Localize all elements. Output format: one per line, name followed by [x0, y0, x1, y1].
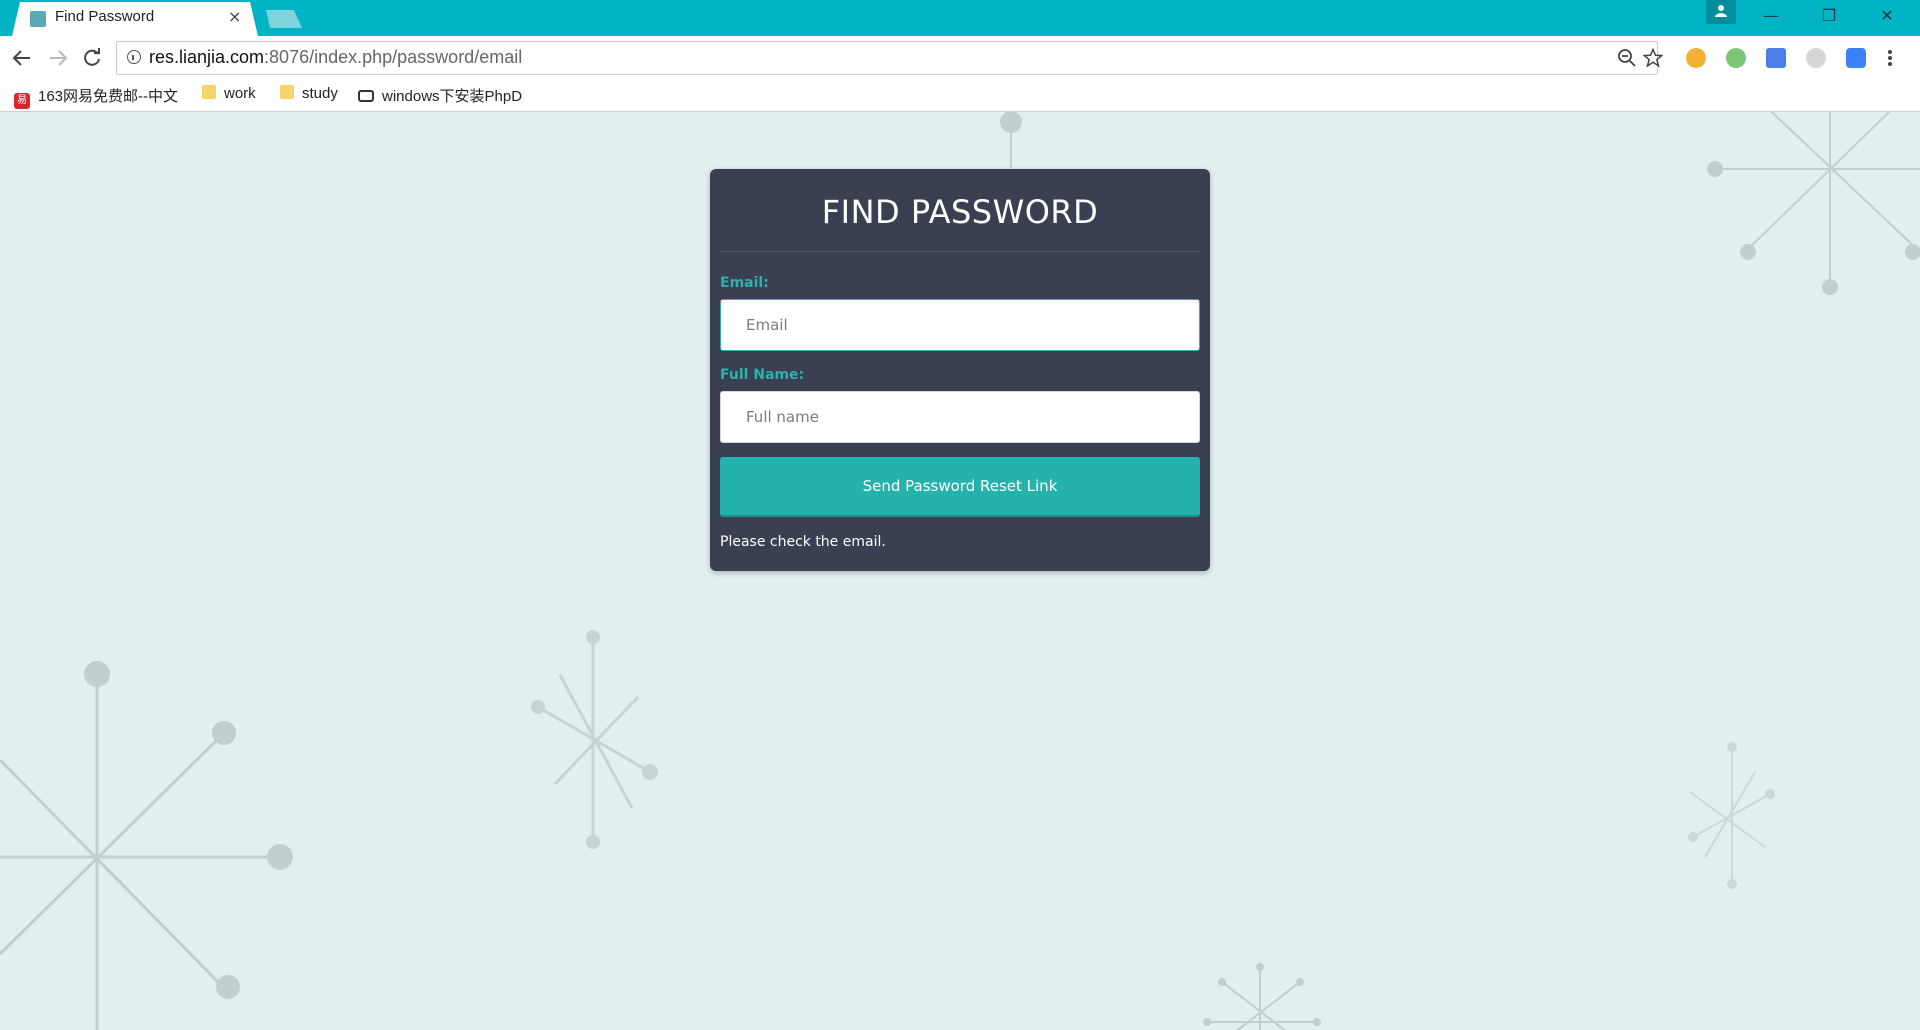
extension-green-icon[interactable]: [1726, 48, 1746, 68]
extension-grey-icon[interactable]: [1806, 48, 1826, 68]
form-title: FIND PASSWORD: [821, 193, 1099, 231]
minimize-button[interactable]: —: [1748, 6, 1794, 30]
folder-icon: [202, 85, 216, 99]
close-window-button[interactable]: ✕: [1864, 6, 1910, 30]
extension-blue-icon[interactable]: [1846, 48, 1866, 68]
address-bar[interactable]: res.lianjia.com:8076/index.php/password/…: [116, 41, 1663, 75]
fullname-input[interactable]: [720, 391, 1200, 443]
send-reset-link-button[interactable]: Send Password Reset Link: [720, 457, 1200, 517]
bookmark-label: 163网易免费邮--中文: [38, 88, 179, 105]
bookmark-label: study: [302, 85, 338, 102]
title-divider: [720, 251, 1200, 252]
url-host: res.lianjia.com: [149, 47, 265, 67]
bookmark-study[interactable]: study: [280, 85, 338, 107]
browser-titlebar: Find Password × — ❐ ✕: [0, 0, 1920, 36]
bookmark-163[interactable]: 易 163网易免费邮--中文: [14, 85, 179, 109]
email-input[interactable]: [720, 299, 1200, 351]
status-message: Please check the email.: [720, 534, 886, 550]
bookmarks-bar: 易 163网易免费邮--中文 work study windows下安装PhpD: [0, 80, 1920, 112]
forward-arrow-icon[interactable]: [46, 46, 70, 70]
link-icon: [358, 90, 374, 102]
url-path: :8076/index.php/password/email: [264, 47, 523, 67]
bookmark-label: work: [224, 85, 256, 102]
bookmark-label: windows下安装PhpD: [382, 88, 523, 105]
email-label: Email:: [720, 275, 769, 291]
extension-monkey-icon[interactable]: [1686, 48, 1706, 68]
site-info-icon[interactable]: [127, 50, 141, 64]
url-text[interactable]: res.lianjia.com:8076/index.php/password/…: [149, 47, 522, 68]
browser-toolbar: res.lianjia.com:8076/index.php/password/…: [0, 36, 1920, 80]
tab-favicon-icon: [30, 11, 46, 27]
browser-menu-icon[interactable]: [1886, 48, 1894, 68]
bookmark-work[interactable]: work: [202, 85, 256, 107]
profile-button[interactable]: [1706, 0, 1736, 24]
person-icon: [1715, 5, 1727, 17]
fullname-label: Full Name:: [720, 367, 805, 383]
translate-extension-icon[interactable]: [1766, 48, 1786, 68]
folder-icon: [280, 85, 294, 99]
reload-icon[interactable]: [80, 46, 104, 70]
find-password-form: FIND PASSWORD Email: Full Name: Send Pas…: [710, 169, 1210, 571]
163-icon: 易: [14, 93, 30, 109]
restore-button[interactable]: ❐: [1806, 6, 1852, 30]
zoom-icon[interactable]: [1617, 48, 1637, 68]
back-arrow-icon[interactable]: [10, 46, 34, 70]
new-tab-button[interactable]: [266, 10, 302, 28]
bookmark-star-icon[interactable]: [1643, 48, 1663, 68]
bookmark-windows-phpd[interactable]: windows下安装PhpD: [358, 85, 522, 107]
tab-close-icon[interactable]: ×: [228, 7, 241, 26]
page-background: FIND PASSWORD Email: Full Name: Send Pas…: [0, 112, 1920, 1030]
tab-title: Find Password: [55, 8, 155, 25]
